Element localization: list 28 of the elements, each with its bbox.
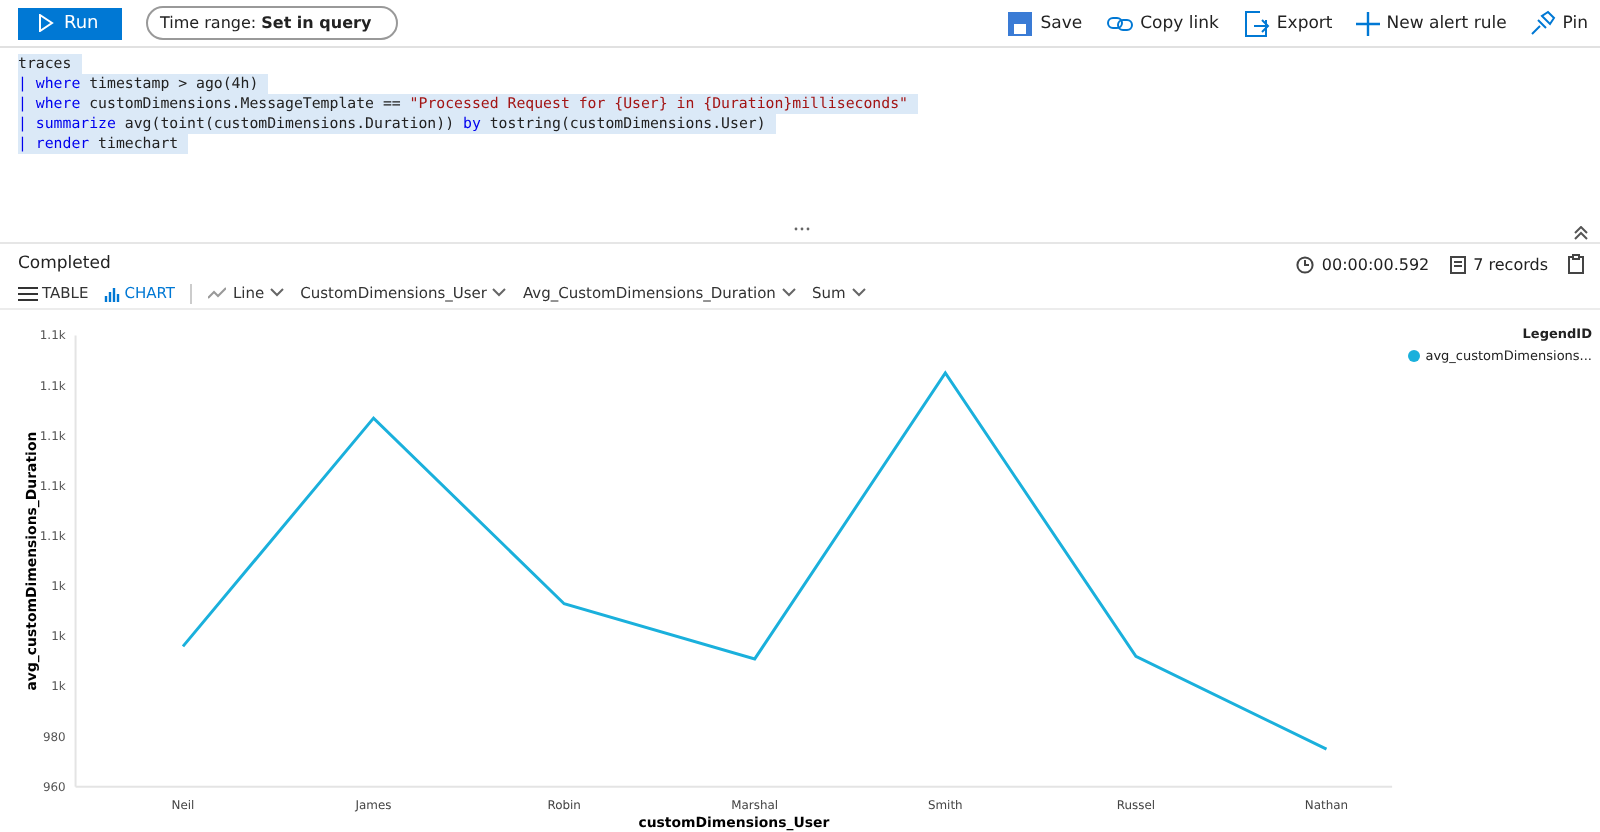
list-icon: [18, 285, 38, 301]
save-icon: [1006, 9, 1035, 37]
records-count: 7 records: [1473, 255, 1548, 273]
records-icon: [1449, 255, 1466, 273]
action-button[interactable]: Copy link: [1140, 13, 1219, 33]
caret-icon: [781, 288, 796, 298]
time-range-button[interactable]: Time range: Set in query: [146, 6, 398, 40]
export-icon: [1242, 9, 1271, 37]
duration-text: 00:00:00.592: [1321, 255, 1430, 273]
status-text: Completed: [18, 254, 111, 274]
clipboard-icon[interactable]: [1568, 254, 1584, 274]
splitter-handle[interactable]: [794, 226, 810, 232]
caret-icon: [851, 288, 866, 298]
caret-icon: [270, 288, 285, 298]
pin-icon: [1530, 10, 1557, 36]
clock-icon: [1295, 255, 1314, 273]
caret-icon: [492, 288, 507, 298]
play-icon: [38, 14, 54, 32]
collapse-icon[interactable]: [1574, 225, 1588, 239]
action-button[interactable]: Pin: [1562, 13, 1588, 33]
action-button[interactable]: New alert rule: [1386, 13, 1507, 33]
run-button[interactable]: Run: [18, 7, 122, 39]
action-button[interactable]: Export: [1276, 13, 1333, 33]
bar-chart-icon: [104, 285, 121, 301]
link-icon: [1106, 13, 1135, 33]
plus-icon: [1356, 11, 1381, 35]
line-chart-icon: [208, 286, 227, 300]
action-button[interactable]: Save: [1040, 13, 1083, 33]
